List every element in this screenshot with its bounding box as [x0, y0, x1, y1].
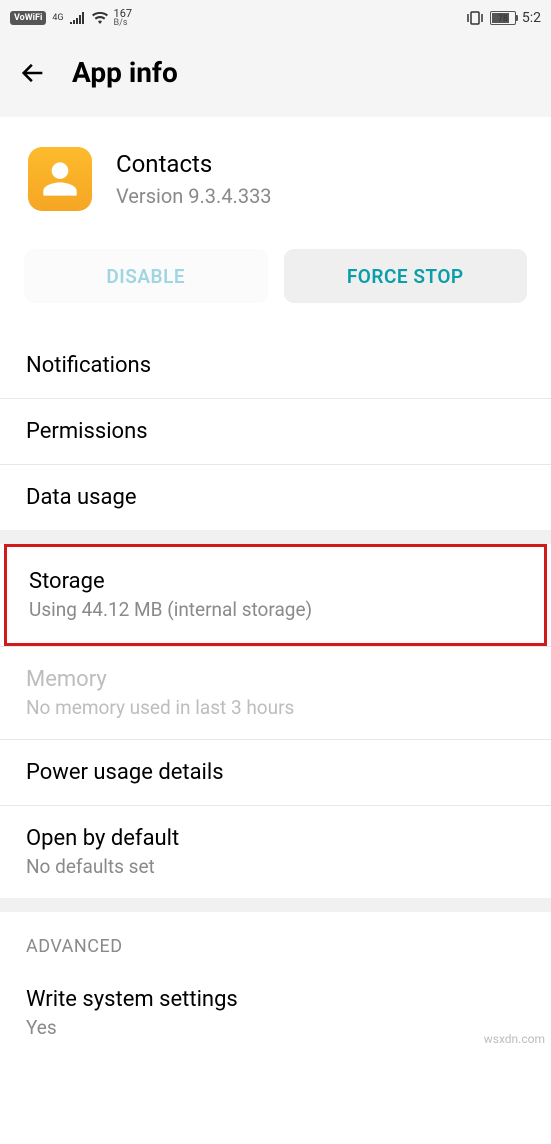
- status-time: 5:2: [522, 10, 541, 26]
- signal-bars-icon: [70, 12, 86, 24]
- section-divider: [0, 530, 551, 544]
- watermark-text: wsxdn.com: [484, 1032, 545, 1046]
- app-identity-row: Contacts Version 9.3.4.333: [0, 117, 551, 231]
- app-icon: [28, 147, 92, 211]
- app-name: Contacts: [116, 150, 272, 178]
- permissions-item[interactable]: Permissions: [0, 399, 551, 465]
- settings-list: Notifications Permissions Data usage Sto…: [0, 333, 551, 1059]
- notifications-item[interactable]: Notifications: [0, 333, 551, 399]
- list-item-subtitle: No memory used in last 3 hours: [26, 696, 525, 719]
- list-item-subtitle: Yes: [26, 1016, 525, 1039]
- wifi-icon: [92, 12, 108, 24]
- list-item-label: Data usage: [26, 485, 525, 510]
- battery-icon: 78: [490, 11, 516, 25]
- power-usage-item[interactable]: Power usage details: [0, 740, 551, 806]
- status-bar: VoWiFi 4G 167 B/s 78 5:2: [0, 0, 551, 36]
- force-stop-button[interactable]: FORCE STOP: [284, 249, 528, 303]
- list-item-label: Notifications: [26, 353, 525, 378]
- write-system-settings-item[interactable]: Write system settings Yes: [0, 967, 551, 1059]
- action-button-row: DISABLE FORCE STOP: [0, 231, 551, 333]
- vibrate-icon: [466, 11, 484, 25]
- advanced-section-header: ADVANCED: [0, 912, 551, 967]
- storage-highlight: Storage Using 44.12 MB (internal storage…: [4, 544, 547, 646]
- page-title: App info: [72, 56, 178, 89]
- status-right-group: 78 5:2: [466, 10, 541, 26]
- app-bar: App info: [0, 36, 551, 117]
- signal-4g-label: 4G: [52, 13, 63, 23]
- arrow-left-icon: [19, 59, 47, 87]
- net-speed: 167 B/s: [114, 8, 133, 28]
- status-left-group: VoWiFi 4G 167 B/s: [10, 8, 132, 28]
- list-item-label: Open by default: [26, 826, 525, 851]
- list-item-label: Write system settings: [26, 987, 525, 1012]
- list-item-label: Memory: [26, 667, 525, 692]
- list-item-subtitle: No defaults set: [26, 855, 525, 878]
- back-button[interactable]: [18, 58, 48, 88]
- list-item-label: Power usage details: [26, 760, 525, 785]
- list-item-label: Permissions: [26, 419, 525, 444]
- data-usage-item[interactable]: Data usage: [0, 465, 551, 530]
- storage-item[interactable]: Storage Using 44.12 MB (internal storage…: [7, 547, 544, 643]
- list-item-label: Storage: [29, 569, 522, 594]
- list-item-subtitle: Using 44.12 MB (internal storage): [29, 598, 522, 621]
- app-text-group: Contacts Version 9.3.4.333: [116, 150, 272, 208]
- open-by-default-item[interactable]: Open by default No defaults set: [0, 806, 551, 898]
- app-version: Version 9.3.4.333: [116, 184, 272, 208]
- vowifi-badge: VoWiFi: [10, 11, 46, 25]
- contacts-person-icon: [40, 159, 80, 199]
- disable-button[interactable]: DISABLE: [24, 249, 268, 303]
- memory-item: Memory No memory used in last 3 hours: [0, 646, 551, 740]
- section-divider: [0, 898, 551, 912]
